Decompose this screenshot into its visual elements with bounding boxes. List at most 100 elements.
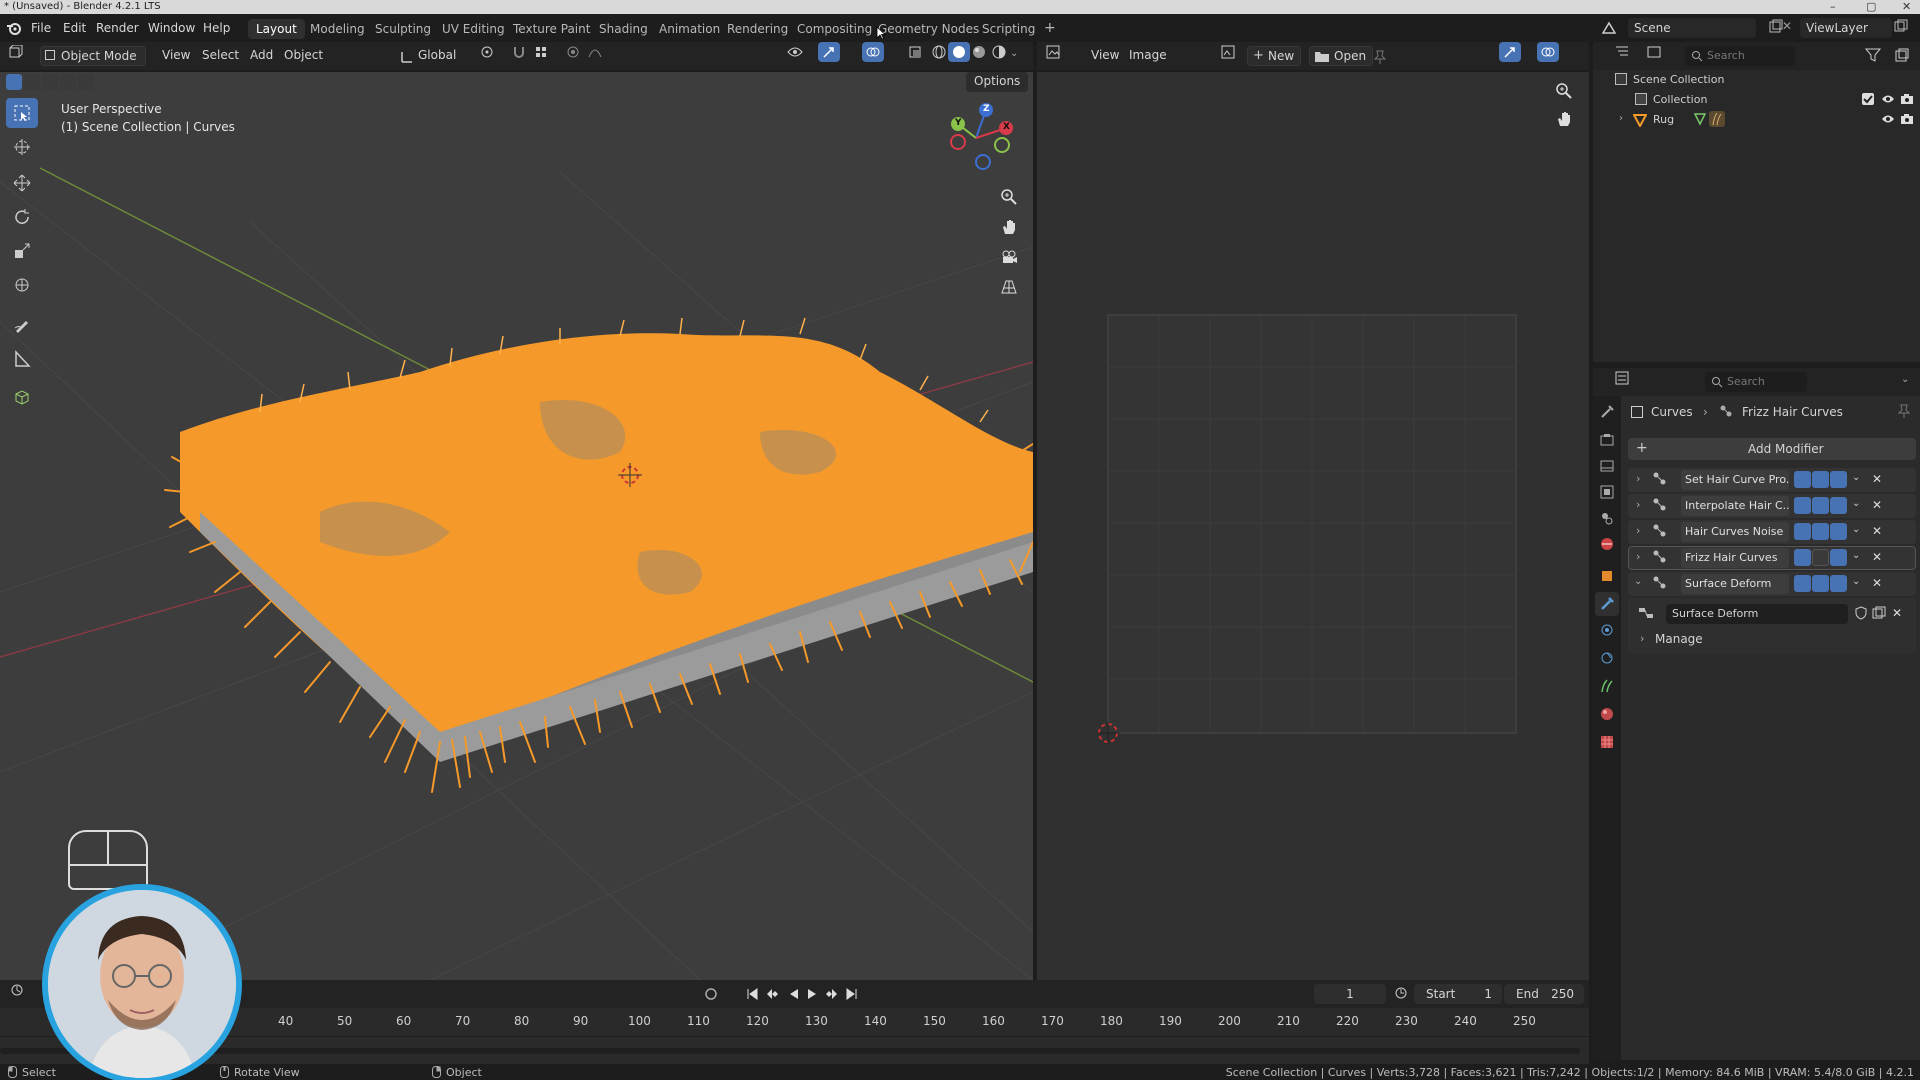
jump-start-icon[interactable] (746, 988, 758, 1000)
tab-modifiers-icon[interactable] (1595, 592, 1619, 616)
node-tree-icon[interactable] (1638, 606, 1654, 620)
jump-keyframe-forward-icon[interactable] (824, 988, 838, 1000)
viewlayer-icon[interactable] (1778, 18, 1798, 38)
edit-mode-toggle-icon[interactable] (1794, 471, 1811, 488)
render-toggle-icon[interactable] (1830, 523, 1847, 540)
tab-tool-icon[interactable] (1599, 404, 1615, 420)
scale-tool-icon[interactable] (6, 236, 38, 266)
tab-texture-icon[interactable] (1599, 734, 1615, 750)
jump-keyframe-back-icon[interactable] (766, 988, 780, 1000)
image-gizmo-icon[interactable] (1499, 42, 1521, 62)
edit-mode-toggle-icon[interactable] (1794, 575, 1811, 592)
minimize-button[interactable]: – (1830, 0, 1836, 13)
modifier-name-field[interactable]: Interpolate Hair C... (1681, 496, 1789, 516)
menu-window[interactable]: Window (148, 21, 195, 35)
auto-keying-icon[interactable] (704, 987, 718, 1001)
render-toggle-icon[interactable] (1830, 497, 1847, 514)
tab-render-icon[interactable] (1599, 432, 1615, 448)
modifier-dropdown-chevron-icon[interactable]: ⌄ (1852, 524, 1860, 535)
tab-scene-icon[interactable] (1599, 510, 1615, 526)
modifier-dropdown-chevron-icon[interactable]: ⌄ (1852, 472, 1860, 483)
filter-icon[interactable] (1865, 48, 1881, 62)
show-gizmo-icon[interactable] (818, 42, 840, 62)
collapse-chevron-icon[interactable]: ⌄ (1634, 576, 1642, 587)
viewport-toggle-icon[interactable] (1812, 549, 1829, 566)
tab-data-icon[interactable] (1599, 678, 1615, 694)
tab-scripting[interactable]: Scripting (974, 19, 1043, 39)
rug-visibility-eye-icon[interactable] (1881, 113, 1895, 125)
edit-mode-toggle-icon[interactable] (1794, 549, 1811, 566)
expand-chevron-icon[interactable]: › (1636, 498, 1640, 511)
xray-toggle-icon[interactable] (904, 42, 926, 62)
zoom-icon[interactable] (1000, 188, 1018, 206)
add-cube-tool-icon[interactable] (6, 382, 38, 412)
render-toggle-icon[interactable] (1830, 549, 1847, 566)
render-toggle-icon[interactable] (1830, 575, 1847, 592)
perspective-toggle-icon[interactable] (1000, 278, 1018, 296)
viewport-menu-add[interactable]: Add (244, 46, 279, 66)
tab-material-icon[interactable] (1599, 706, 1615, 722)
snap-toggle-icon[interactable] (508, 42, 530, 62)
menu-file[interactable]: File (31, 21, 51, 35)
expand-chevron-icon[interactable]: › (1636, 472, 1640, 485)
select-mode-invert-icon[interactable] (60, 74, 76, 90)
image-pan-hand-icon[interactable] (1555, 110, 1573, 128)
timeline-scrollbar[interactable] (0, 1048, 1580, 1054)
properties-options-chevron-icon[interactable]: ⌄ (1901, 374, 1909, 385)
outliner-row-scene-collection[interactable]: Scene Collection (1593, 70, 1920, 90)
menu-edit[interactable]: Edit (63, 21, 86, 35)
modifier-dropdown-chevron-icon[interactable]: ⌄ (1852, 550, 1860, 561)
start-frame-field[interactable]: Start 1 (1414, 984, 1502, 1004)
expand-chevron-icon[interactable]: › (1636, 550, 1640, 563)
render-toggle-icon[interactable] (1830, 471, 1847, 488)
viewlayer-name-field[interactable]: ViewLayer (1800, 18, 1892, 38)
shading-options-chevron-icon[interactable]: ⌄ (1010, 48, 1018, 59)
viewport-toggle-icon[interactable] (1812, 471, 1829, 488)
fake-user-shield-icon[interactable] (1854, 606, 1868, 620)
tab-particles-icon[interactable] (1599, 622, 1615, 638)
manage-chevron-icon[interactable]: › (1640, 632, 1644, 645)
expand-chevron-icon[interactable]: › (1636, 524, 1640, 537)
outliner-row-rug[interactable]: › Rug (1593, 110, 1920, 130)
viewport-toggle-icon[interactable] (1812, 497, 1829, 514)
modifier-name-field[interactable]: Hair Curves Noise (1681, 522, 1789, 542)
scene-name-field[interactable]: Scene (1628, 18, 1756, 38)
expand-chevron-icon[interactable]: › (1619, 113, 1623, 124)
modifier-remove-icon[interactable]: ✕ (1872, 472, 1882, 486)
tab-world-icon[interactable] (1599, 536, 1615, 552)
annotate-tool-icon[interactable] (6, 310, 38, 340)
add-modifier-button[interactable]: + Add Modifier (1628, 438, 1916, 460)
transform-tool-icon[interactable] (6, 270, 38, 300)
menu-render[interactable]: Render (96, 21, 139, 35)
proportional-edit-icon[interactable] (562, 42, 584, 62)
falloff-icon[interactable] (584, 42, 606, 62)
select-mode-intersect-icon[interactable] (78, 74, 94, 90)
play-reverse-icon[interactable] (788, 988, 800, 1000)
tab-rendering[interactable]: Rendering (719, 19, 796, 39)
maximize-button[interactable]: ▢ (1866, 0, 1876, 13)
rendered-shading-icon[interactable] (988, 42, 1010, 62)
duplicate-node-group-icon[interactable] (1872, 606, 1886, 620)
editor-type-icon[interactable] (6, 42, 28, 62)
move-tool-icon[interactable] (6, 168, 38, 198)
viewlayer-new-icon[interactable] (1894, 19, 1910, 35)
image-menu-image[interactable]: Image (1123, 46, 1173, 66)
camera-view-icon[interactable] (1000, 248, 1018, 266)
modifier-remove-icon[interactable]: ✕ (1872, 576, 1882, 590)
show-overlays-icon[interactable] (862, 42, 884, 62)
play-icon[interactable] (806, 988, 818, 1000)
navigation-gizmo[interactable]: Z Y X (946, 102, 1016, 174)
viewport-toggle-icon[interactable] (1812, 523, 1829, 540)
edit-mode-toggle-icon[interactable] (1794, 523, 1811, 540)
wireframe-shading-icon[interactable] (928, 42, 950, 62)
image-editor[interactable] (1037, 72, 1589, 980)
rug-render-camera-icon[interactable] (1900, 113, 1914, 125)
modifier-dropdown-chevron-icon[interactable]: ⌄ (1852, 498, 1860, 509)
unlink-node-group-icon[interactable]: ✕ (1892, 606, 1902, 620)
menu-help[interactable]: Help (203, 21, 230, 35)
3d-viewport[interactable]: User Perspective (1) Scene Collection | … (0, 72, 1033, 980)
scene-icon[interactable] (1600, 19, 1620, 39)
select-mode-set-icon[interactable] (6, 74, 22, 90)
tab-sculpting[interactable]: Sculpting (367, 19, 439, 39)
viewport-menu-select[interactable]: Select (196, 46, 245, 66)
